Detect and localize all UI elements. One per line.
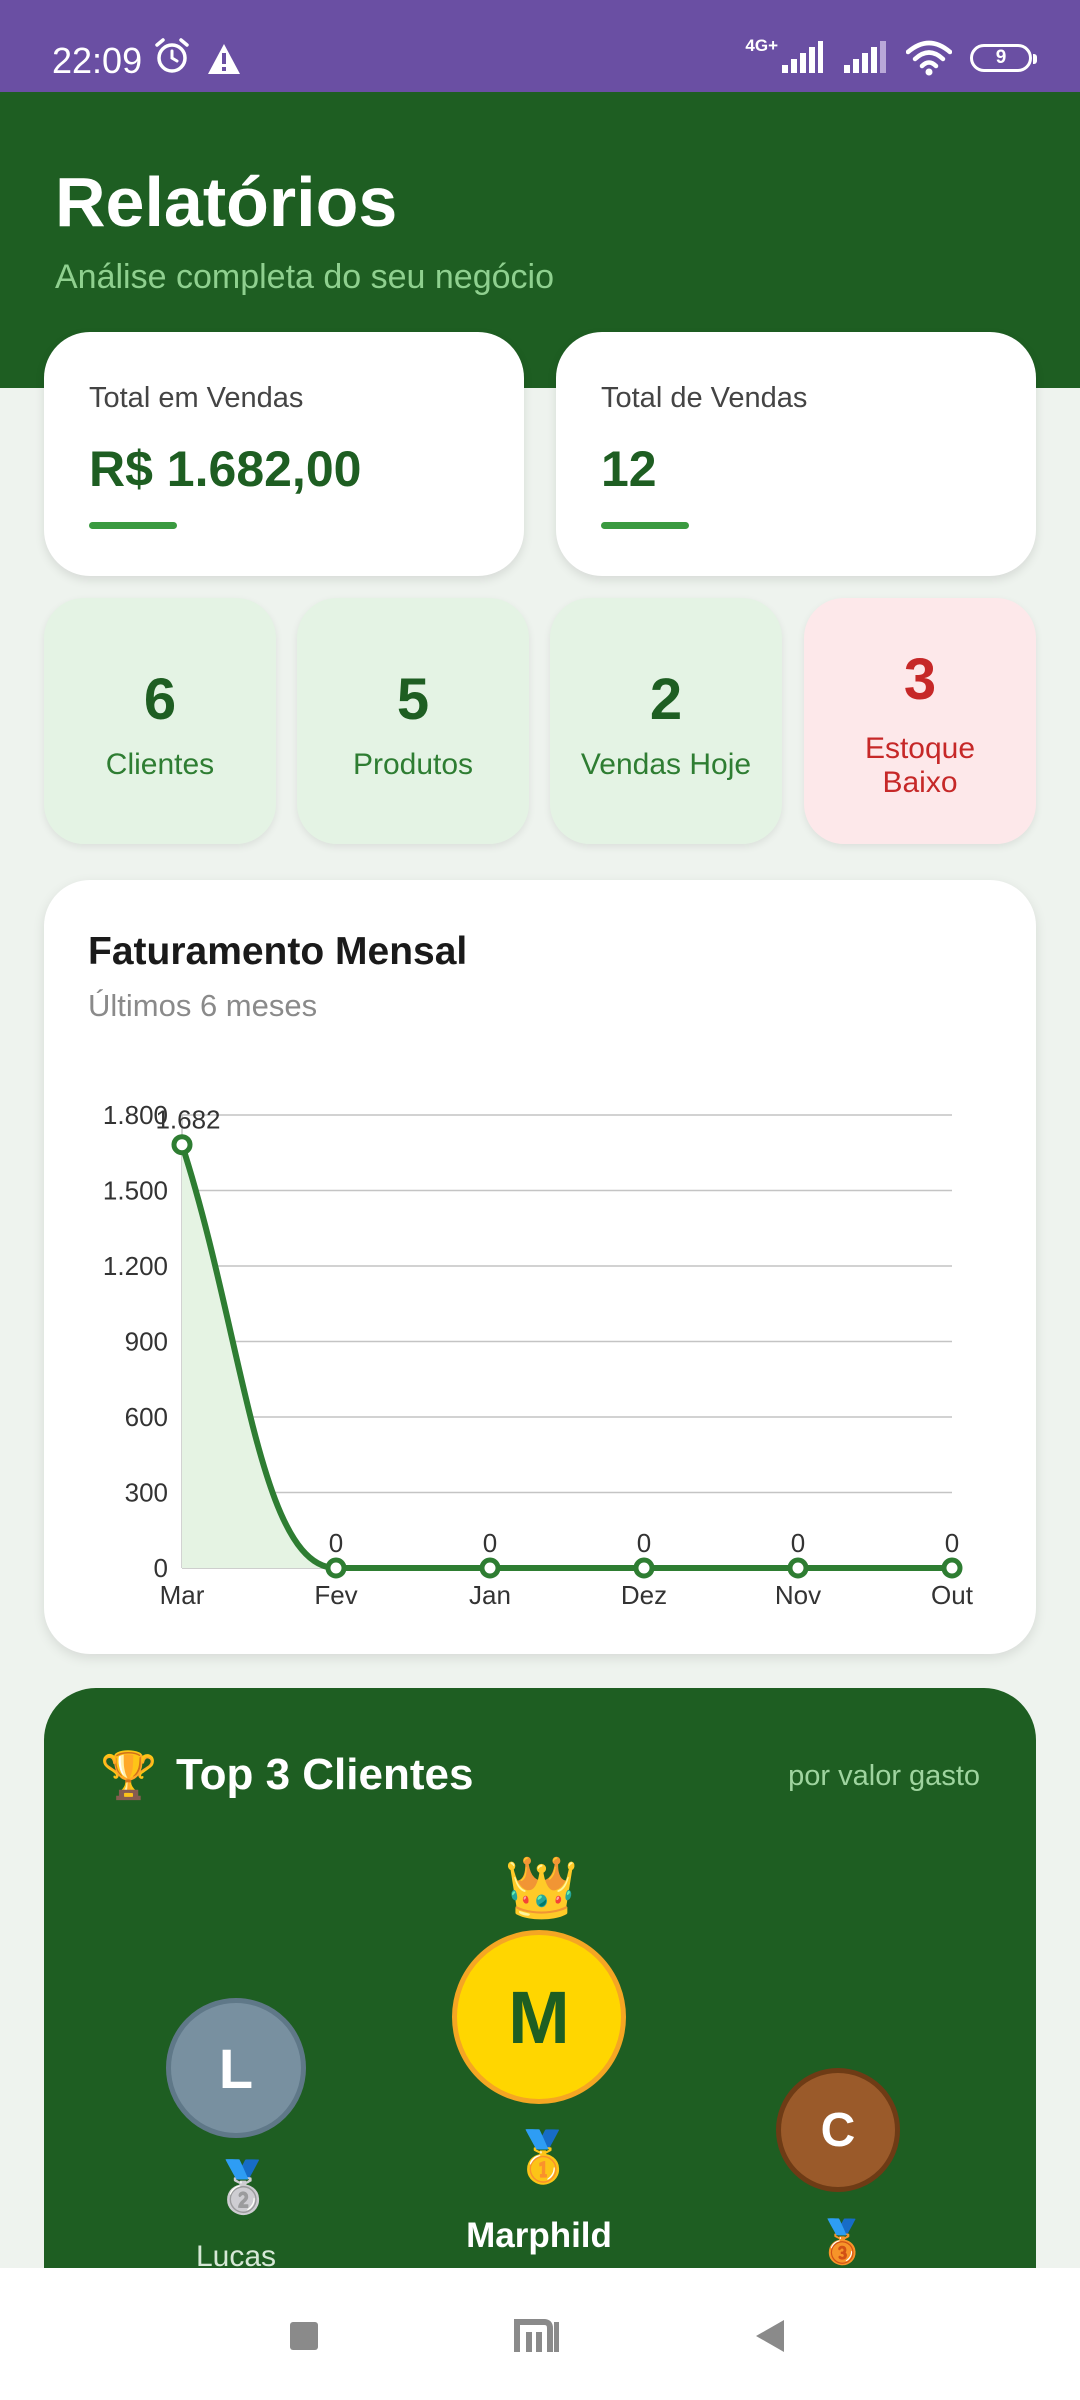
stat-card-products[interactable]: 5 Produtos (297, 598, 529, 844)
x-tick-label: Jan (469, 1580, 511, 1610)
total-revenue-card: Total em Vendas R$ 1.682,00 (44, 332, 524, 576)
data-point (787, 1557, 809, 1579)
stat-value: 6 (143, 667, 177, 732)
signal-icon (844, 41, 886, 73)
x-tick-label: Fev (314, 1580, 357, 1610)
battery-icon: 9 (970, 44, 1037, 72)
accent-bar (89, 522, 177, 529)
data-label: 0 (945, 1528, 959, 1558)
data-label: 0 (637, 1528, 651, 1558)
avatar-client-1[interactable]: M (452, 1930, 626, 2104)
avatar-client-2[interactable]: L (166, 1998, 306, 2138)
total-sales-card: Total de Vendas 12 (556, 332, 1036, 576)
stat-label: Estoque Baixo (864, 732, 976, 799)
x-tick-label: Nov (775, 1580, 821, 1610)
data-point (633, 1557, 655, 1579)
stat-value: 2 (649, 667, 683, 732)
back-button[interactable] (752, 2318, 786, 2354)
accent-bar (601, 522, 689, 529)
trophy-icon: 🏆 (100, 1749, 158, 1801)
x-tick-label: Out (931, 1580, 974, 1610)
stat-card-sales-today[interactable]: 2 Vendas Hoje (550, 598, 782, 844)
network-type: 4G+ (745, 36, 778, 55)
data-label: 0 (791, 1528, 805, 1558)
page-title: Relatórios (55, 163, 398, 241)
data-point (941, 1557, 963, 1579)
avatar-initial: M (508, 1975, 570, 2059)
gold-medal-icon: 🥇 (512, 2129, 575, 2185)
top-clients-hint: por valor gasto (788, 1760, 980, 1792)
avatar-initial: C (820, 2103, 856, 2157)
x-tick-label: Mar (160, 1580, 205, 1610)
data-point (171, 1134, 193, 1156)
data-label: 1.682 (155, 1105, 220, 1135)
y-tick-label: 1.500 (103, 1176, 168, 1206)
status-time: 22:09 (52, 40, 143, 81)
data-point (479, 1557, 501, 1579)
home-button[interactable] (514, 2316, 560, 2356)
y-tick-label: 1.200 (103, 1251, 168, 1281)
series-area (182, 1144, 952, 1568)
stat-card-low-stock[interactable]: 3 Estoque Baixo (804, 598, 1036, 844)
alarm-icon (155, 38, 189, 73)
y-tick-label: 0 (154, 1553, 168, 1583)
wifi-icon (906, 40, 952, 76)
status-icons: 4G+ 9 (745, 36, 1037, 80)
x-tick-label: Dez (621, 1580, 667, 1610)
stat-label: Produtos (352, 748, 474, 781)
client-name-1: Marphild (466, 2216, 612, 2255)
monthly-revenue-card: Faturamento Mensal Últimos 6 meses 0 300 6… (44, 880, 1036, 1654)
battery-level: 9 (995, 47, 1007, 68)
y-tick-label: 300 (125, 1478, 168, 1508)
system-nav-bar (0, 2268, 1080, 2400)
crown-icon: 👑 (504, 1854, 579, 1921)
stat-value: 5 (396, 667, 430, 732)
data-point (325, 1557, 347, 1579)
silver-medal-icon: 🥈 (212, 2159, 275, 2215)
stat-label: Clientes (105, 748, 215, 781)
card-label: Total de Vendas (601, 382, 808, 414)
y-tick-label: 900 (125, 1327, 168, 1357)
avatar-client-3[interactable]: C (776, 2068, 900, 2192)
revenue-chart: 03006009001.2001.5001.8001.682Mar0Fev0Ja… (103, 1100, 974, 1610)
page-subtitle: Análise completa do seu negócio (55, 258, 554, 296)
data-label: 0 (483, 1528, 497, 1558)
recents-button[interactable] (290, 2322, 318, 2350)
avatar-initial: L (218, 2036, 254, 2100)
card-value: 12 (601, 441, 657, 497)
warning-icon (208, 44, 240, 74)
card-value: R$ 1.682,00 (89, 441, 362, 497)
top-clients-title: Top 3 Clientes (176, 1750, 474, 1799)
data-label: 0 (329, 1528, 343, 1558)
bronze-medal-icon: 🥉 (816, 2218, 869, 2265)
series-line (179, 1141, 955, 1571)
stat-label: Vendas Hoje (580, 748, 752, 781)
status-bar: 22:09 4G+ 9 (0, 0, 1080, 92)
y-tick-label: 600 (125, 1402, 168, 1432)
stat-card-clients[interactable]: 6 Clientes (44, 598, 276, 844)
card-label: Total em Vendas (89, 382, 304, 414)
stat-value: 3 (903, 647, 937, 712)
signal-icon (782, 41, 823, 73)
